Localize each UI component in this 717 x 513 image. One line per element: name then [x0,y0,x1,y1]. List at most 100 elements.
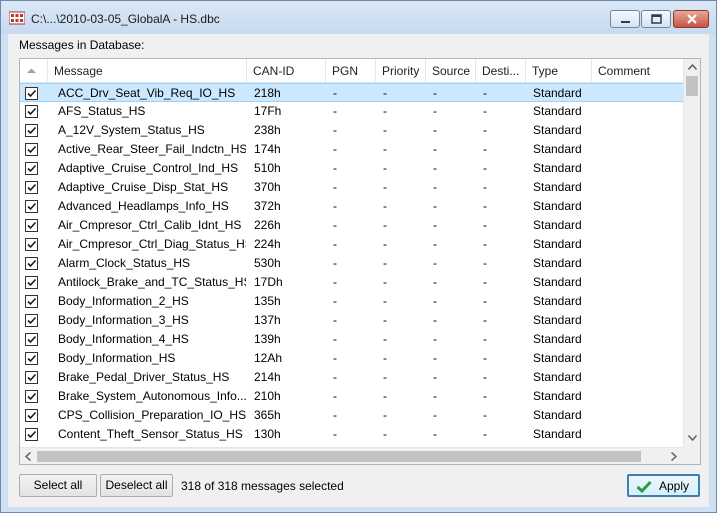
cell-comment [598,84,682,103]
row-checkbox[interactable] [25,200,38,213]
cell-type: Standard [533,408,582,422]
row-checkbox[interactable] [25,314,38,327]
table-row[interactable]: Brake_System_Autonomous_Info... 210h - - - - S… [20,387,683,406]
table-row[interactable]: Antilock_Brake_and_TC_Status_HS 17Dh - - - - S… [20,273,683,292]
column-header-pgn[interactable]: PGN [326,59,376,83]
cell-pgn: - [333,104,337,118]
cell-message: Active_Rear_Steer_Fail_Indctn_HS [58,142,246,156]
deselect-all-button[interactable]: Deselect all [100,474,173,497]
row-checkbox[interactable] [25,238,38,251]
cell-comment [598,235,682,254]
cell-pgn: - [333,351,337,365]
scroll-down-icon[interactable] [688,435,697,441]
cell-destination: - [483,256,487,270]
row-checkbox[interactable] [25,257,38,270]
cell-source: - [433,161,437,175]
table-row[interactable]: A_12V_System_Status_HS 238h - - - - Standard [20,121,683,140]
horizontal-scroll-thumb[interactable] [37,451,641,462]
scroll-left-icon[interactable] [25,452,31,461]
title-bar[interactable]: C:\...\2010-03-05_GlobalA - HS.dbc [1,1,716,34]
column-header-priority[interactable]: Priority [376,59,426,83]
cell-destination: - [483,180,487,194]
row-checkbox[interactable] [25,219,38,232]
table-row[interactable]: Adaptive_Cruise_Control_Ind_HS 510h - - - - St… [20,159,683,178]
cell-priority: - [383,142,387,156]
table-row[interactable]: ACC_Drv_Seat_Vib_Req_IO_HS 218h - - - - Standa… [20,83,683,102]
row-checkbox[interactable] [25,181,38,194]
cell-type: Standard [533,180,582,194]
column-header-can-id[interactable]: CAN-ID [247,59,326,83]
table-row[interactable]: Body_Information_HS 12Ah - - - - Standard [20,349,683,368]
apply-button[interactable]: Apply [627,474,700,497]
minimize-button[interactable] [610,10,640,28]
checkmark-icon [27,240,37,249]
row-checkbox[interactable] [25,295,38,308]
table-row[interactable]: Body_Information_4_HS 139h - - - - Standard [20,330,683,349]
column-header-destination[interactable]: Desti... [476,59,526,83]
horizontal-scrollbar[interactable] [20,447,683,464]
close-button[interactable] [673,10,709,28]
table-row[interactable]: Air_Cmpresor_Ctrl_Diag_Status_HS 224h - - - -… [20,235,683,254]
row-checkbox[interactable] [25,87,38,100]
cell-pgn: - [333,294,337,308]
row-checkbox[interactable] [25,390,38,403]
scroll-right-icon[interactable] [671,452,677,461]
row-checkbox[interactable] [25,276,38,289]
table-row[interactable]: CPS_Collision_Preparation_IO_HS 365h - - - - S… [20,406,683,425]
row-checkbox[interactable] [25,162,38,175]
cell-pgn: - [333,389,337,403]
cell-priority: - [383,104,387,118]
checkmark-icon [636,480,652,493]
scroll-up-icon[interactable] [688,64,697,70]
cell-message: Antilock_Brake_and_TC_Status_HS [58,275,246,289]
table-row[interactable]: Body_Information_2_HS 135h - - - - Standard [20,292,683,311]
row-checkbox[interactable] [25,333,38,346]
row-checkbox[interactable] [25,409,38,422]
maximize-button[interactable] [641,10,671,28]
table-row[interactable]: Alarm_Clock_Status_HS 530h - - - - Standard [20,254,683,273]
row-checkbox[interactable] [25,428,38,441]
cell-message: Alarm_Clock_Status_HS [58,256,191,270]
cell-source: - [433,86,437,100]
cell-source: - [433,123,437,137]
vertical-scrollbar[interactable] [683,59,700,447]
table-row[interactable]: Advanced_Headlamps_Info_HS 372h - - - - Standa… [20,197,683,216]
table-row[interactable]: Body_Information_3_HS 137h - - - - Standard [20,311,683,330]
table-row[interactable]: AFS_Status_HS 17Fh - - - - Standard [20,102,683,121]
table-row[interactable]: Brake_Pedal_Driver_Status_HS 214h - - - - Stan… [20,368,683,387]
cell-can-id: 135h [254,294,281,308]
row-checkbox[interactable] [25,105,38,118]
cell-source: - [433,256,437,270]
cell-type: Standard [533,86,582,100]
cell-comment [598,197,682,216]
cell-source: - [433,275,437,289]
column-header-comment[interactable]: Comment [592,59,683,83]
vertical-scroll-thumb[interactable] [686,76,698,96]
cell-destination: - [483,104,487,118]
cell-type: Standard [533,370,582,384]
messages-list[interactable]: Message CAN-ID PGN Priority Source Desti… [19,58,701,465]
table-row[interactable]: Content_Theft_Sensor_Status_HS 130h - - - - St… [20,425,683,444]
cell-can-id: 238h [254,123,281,137]
cell-pgn: - [333,427,337,441]
column-header-type[interactable]: Type [526,59,592,83]
column-header-message[interactable]: Message [48,59,247,83]
row-checkbox[interactable] [25,143,38,156]
cell-can-id: 210h [254,389,281,403]
table-row[interactable]: Active_Rear_Steer_Fail_Indctn_HS 174h - - - -… [20,140,683,159]
row-checkbox[interactable] [25,371,38,384]
select-all-button[interactable]: Select all [19,474,97,497]
cell-destination: - [483,294,487,308]
table-row[interactable]: Air_Cmpresor_Ctrl_Calib_Idnt_HS 226h - - - - S… [20,216,683,235]
row-checkbox[interactable] [25,124,38,137]
cell-source: - [433,142,437,156]
cell-pgn: - [333,199,337,213]
cell-priority: - [383,427,387,441]
cell-message: Air_Cmpresor_Ctrl_Diag_Status_HS [58,237,246,251]
column-header-checkbox[interactable] [20,59,48,83]
column-header-source[interactable]: Source [426,59,476,83]
table-row[interactable]: Adaptive_Cruise_Disp_Stat_HS 370h - - - - Stan… [20,178,683,197]
row-checkbox[interactable] [25,352,38,365]
cell-priority: - [383,161,387,175]
cell-source: - [433,294,437,308]
